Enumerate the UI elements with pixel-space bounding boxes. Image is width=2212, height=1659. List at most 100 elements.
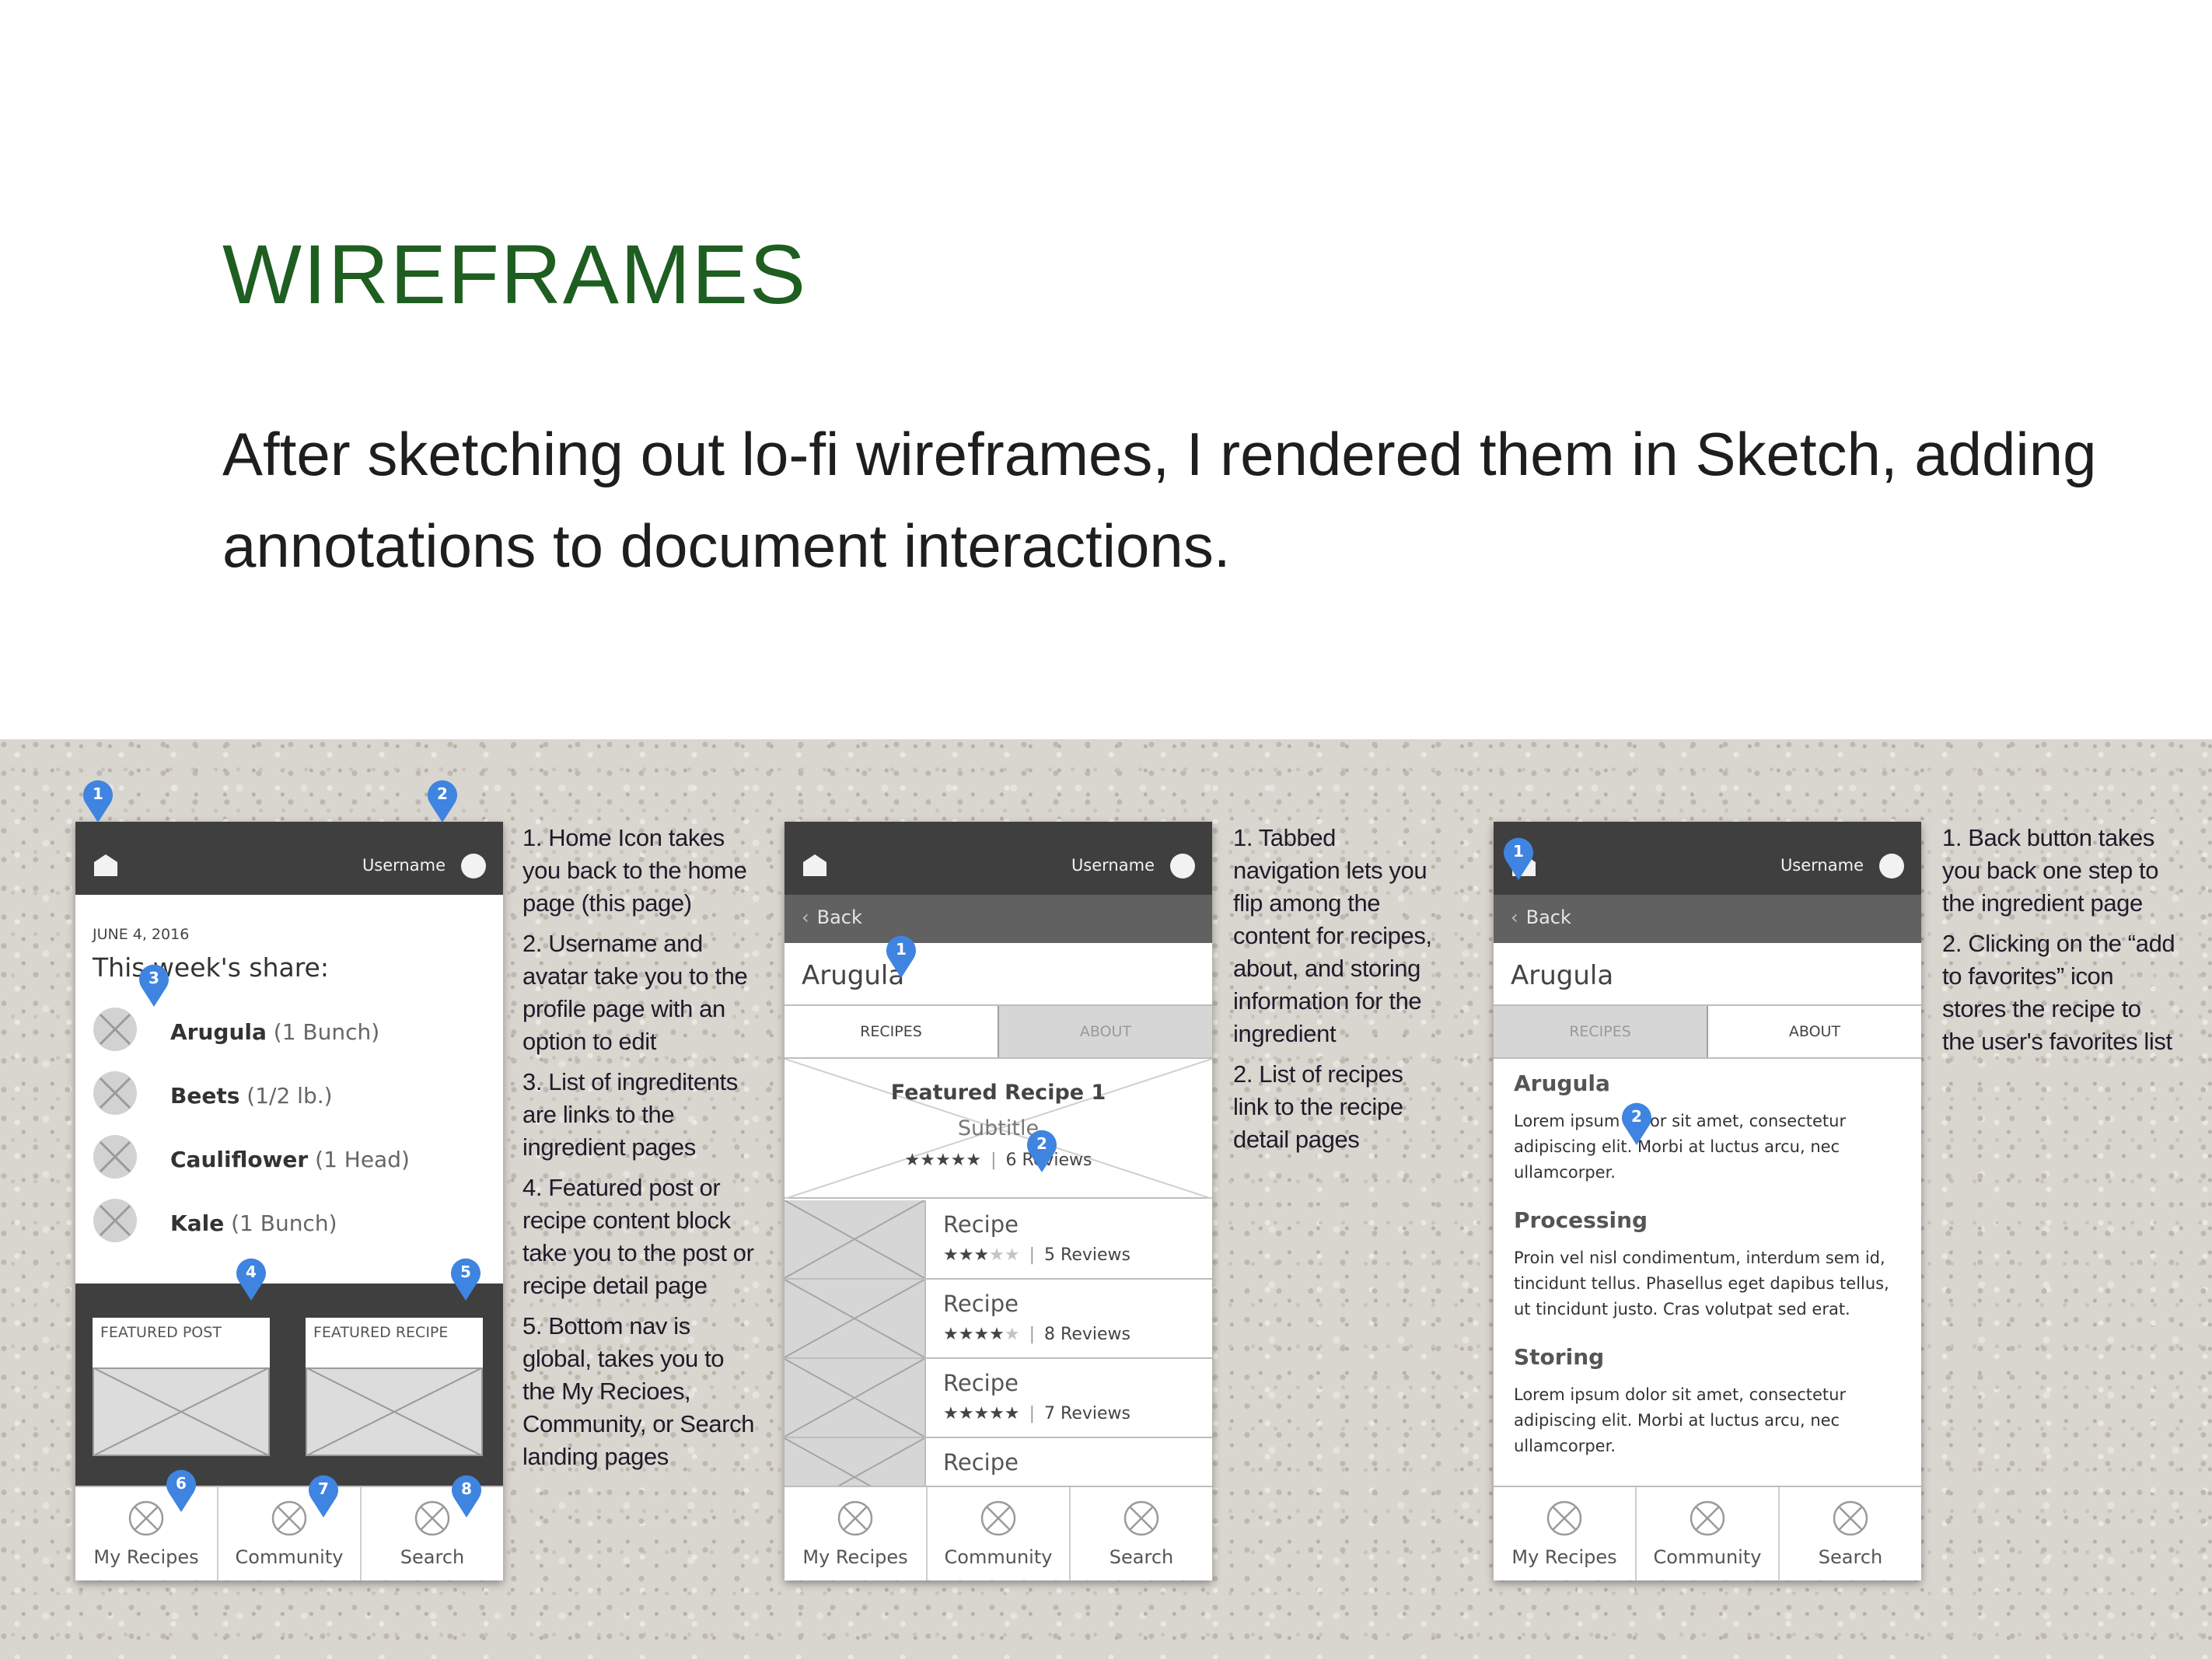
annotation-note: 1. Tabbed navigation lets you flip among… xyxy=(1233,824,1432,1047)
annotation-pin-icon: 2 xyxy=(425,778,460,823)
star-rating: ★★★★★ xyxy=(943,1404,1020,1423)
recipe-list-item[interactable]: Recipe ★★★★★ | 5 Reviews xyxy=(785,1200,1212,1280)
share-date: JUNE 4, 2016 xyxy=(93,926,190,943)
wireframe-board: Username JUNE 4, 2016 This week's share:… xyxy=(0,739,2212,1659)
tab-about[interactable]: ABOUT xyxy=(998,1006,1212,1057)
bottom-nav: My Recipes Community Search xyxy=(785,1486,1212,1580)
annotation-note: 5. Bottom nav is global, takes you to th… xyxy=(522,1312,755,1470)
ingredient-name: Cauliflower xyxy=(170,1147,309,1172)
ingredient-qty: (1 Bunch) xyxy=(273,1019,380,1045)
tab-recipes[interactable]: RECIPES xyxy=(785,1006,998,1057)
section-body: Lorem ipsum dolor sit amet, consectetur … xyxy=(1514,1385,1847,1455)
recipe-list-item[interactable]: Recipe ★★★★★ | 7 Reviews xyxy=(785,1359,1212,1438)
recipe-title: Recipe xyxy=(943,1211,1019,1238)
ingredient-about-wireframe: Username ‹ Back Arugula RECIPES ABOUT Aru… xyxy=(1494,822,1921,1580)
nav-search[interactable]: Search xyxy=(1071,1487,1212,1580)
tab-recipes[interactable]: RECIPES xyxy=(1494,1006,1708,1057)
back-label: Back xyxy=(816,906,862,928)
recipe-list-item[interactable]: Recipe ★★★★★ | 8 Reviews xyxy=(785,1280,1212,1359)
page-title: Arugula xyxy=(1511,960,1614,991)
nav-label: Search xyxy=(1818,1546,1883,1568)
nav-my-recipes[interactable]: My Recipes xyxy=(1494,1487,1637,1580)
star-rating-empty: ★★ xyxy=(989,1245,1020,1265)
ingredient-item[interactable]: Cauliflower (1 Head) xyxy=(93,1134,481,1181)
annotation-note: 4. Featured post or recipe content block… xyxy=(522,1174,754,1299)
username-link[interactable]: Username xyxy=(1780,856,1864,875)
ingredient-item[interactable]: Beets (1/2 lb.) xyxy=(93,1070,481,1117)
recipe-title: Recipe xyxy=(943,1370,1019,1396)
featured-recipe-title: Featured Recipe 1 xyxy=(890,1081,1106,1105)
star-rating-empty: ★ xyxy=(1004,1325,1020,1344)
back-button[interactable]: ‹ Back xyxy=(1511,906,1571,928)
annotation-note: 2. Username and avatar take you to the p… xyxy=(522,930,748,1055)
section-body: Proin vel nisl condimentum, interdum sem… xyxy=(1514,1249,1889,1318)
placeholder-icon xyxy=(1833,1500,1868,1536)
slide-intro: After sketching out lo-fi wireframes, I … xyxy=(222,420,2097,580)
ingredient-image-placeholder-icon xyxy=(93,1199,137,1242)
ingredient-item[interactable]: Kale (1 Bunch) xyxy=(93,1198,481,1245)
placeholder-icon xyxy=(1546,1500,1582,1536)
image-placeholder-icon xyxy=(785,1359,926,1437)
nav-label: Community xyxy=(1653,1546,1762,1568)
nav-community[interactable]: Community xyxy=(1637,1487,1780,1580)
back-bar: ‹ Back xyxy=(1494,895,1921,943)
image-placeholder-icon xyxy=(785,1200,926,1278)
image-placeholder-icon xyxy=(785,1280,926,1357)
tab-bar: RECIPES ABOUT xyxy=(785,1004,1212,1059)
home-screen-wireframe: Username JUNE 4, 2016 This week's share:… xyxy=(75,822,503,1580)
section-heading: Storing xyxy=(1514,1344,1605,1370)
placeholder-icon xyxy=(1123,1500,1159,1536)
featured-recipe-block[interactable]: Featured Recipe 1 Subtitle ★★★★★ | 6 Revie… xyxy=(785,1059,1212,1199)
annotation-pin-icon: 4 xyxy=(234,1256,268,1301)
ingredient-item[interactable]: Arugula (1 Bunch) xyxy=(93,1007,481,1053)
home-icon[interactable] xyxy=(802,853,828,876)
chevron-left-icon: ‹ xyxy=(802,906,809,928)
placeholder-icon xyxy=(837,1500,873,1536)
annotation-pin-icon: 1 xyxy=(81,778,115,823)
annotation-pin-icon: 7 xyxy=(306,1473,341,1518)
tab-about[interactable]: ABOUT xyxy=(1708,1006,1921,1057)
featured-post-label: FEATURED POST xyxy=(100,1324,222,1341)
image-placeholder-icon xyxy=(306,1367,483,1456)
slide-title: WIREFRAMES xyxy=(222,227,808,321)
placeholder-icon xyxy=(1690,1500,1725,1536)
nav-search[interactable]: Search xyxy=(1780,1487,1921,1580)
featured-recipe-card[interactable]: FEATURED RECIPE xyxy=(306,1318,483,1456)
top-bar: Username xyxy=(785,822,1212,895)
annotation-notes-recipes: 1. Tabbed navigation lets you flip among… xyxy=(1233,822,1435,1164)
featured-post-card[interactable]: FEATURED POST xyxy=(93,1318,270,1456)
placeholder-icon xyxy=(271,1500,307,1536)
nav-community[interactable]: Community xyxy=(928,1487,1071,1580)
placeholder-icon xyxy=(128,1500,164,1536)
annotation-pin-icon: 2 xyxy=(1620,1101,1654,1146)
star-rating: ★★★ xyxy=(943,1245,990,1265)
back-button[interactable]: ‹ Back xyxy=(802,906,862,928)
placeholder-icon xyxy=(980,1500,1016,1536)
annotation-pin-icon: 3 xyxy=(137,962,171,1008)
ingredient-image-placeholder-icon xyxy=(93,1071,137,1115)
ingredient-image-placeholder-icon xyxy=(93,1135,137,1179)
divider: | xyxy=(1029,1404,1036,1423)
avatar[interactable] xyxy=(461,854,486,878)
nav-label: Community xyxy=(235,1546,344,1568)
nav-label: Search xyxy=(400,1546,465,1568)
ingredient-name: Kale xyxy=(170,1210,225,1236)
recipe-rating: ★★★★★ | 8 Reviews xyxy=(943,1325,1130,1344)
divider: | xyxy=(991,1151,997,1170)
recipe-rating: ★★★★★ | 5 Reviews xyxy=(943,1245,1130,1265)
nav-my-recipes[interactable]: My Recipes xyxy=(785,1487,928,1580)
username-link[interactable]: Username xyxy=(1071,856,1155,875)
username-link[interactable]: Username xyxy=(362,856,446,875)
annotation-pin-icon: 8 xyxy=(449,1473,484,1518)
avatar[interactable] xyxy=(1879,854,1904,878)
ingredient-name: Arugula xyxy=(170,1019,267,1045)
star-rating: ★★★★ xyxy=(943,1325,1005,1344)
star-rating: ★★★★★ xyxy=(904,1151,982,1170)
home-icon[interactable] xyxy=(93,853,119,876)
avatar[interactable] xyxy=(1170,854,1195,878)
placeholder-icon xyxy=(414,1500,450,1536)
review-count: 8 Reviews xyxy=(1044,1325,1130,1344)
annotation-pin-icon: 6 xyxy=(164,1468,198,1513)
nav-label: Community xyxy=(944,1546,1053,1568)
ingredient-qty: (1 Head) xyxy=(315,1147,410,1172)
